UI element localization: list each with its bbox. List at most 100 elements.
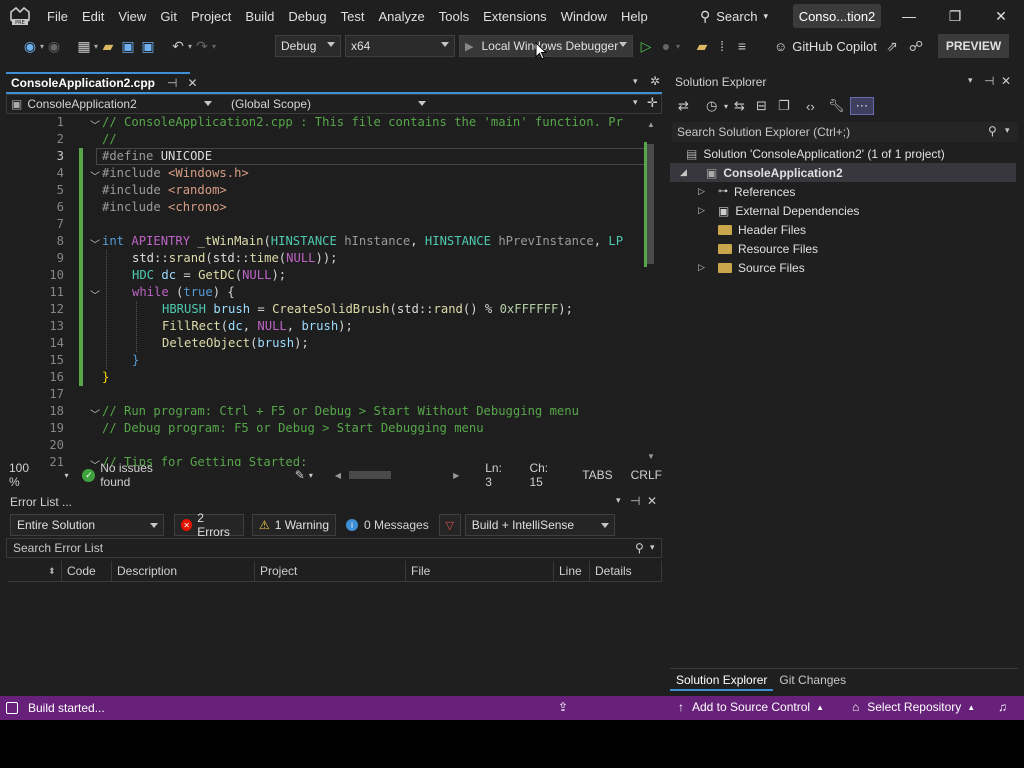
restore-button[interactable]: ❐ bbox=[932, 0, 978, 32]
search-button[interactable]: ⚲ Search ▾ bbox=[700, 4, 768, 28]
pin-icon[interactable]: ⊣ bbox=[167, 76, 177, 90]
add-to-source-control-button[interactable]: ↑ Add to Source Control ▲ bbox=[678, 700, 824, 714]
chevron-down-icon[interactable]: ▾ bbox=[968, 75, 973, 86]
column-file[interactable]: File bbox=[406, 561, 554, 581]
gear-icon[interactable]: ✲ bbox=[650, 74, 660, 88]
zoom-chevron-icon[interactable]: ▾ bbox=[64, 471, 68, 480]
column-code[interactable]: Code bbox=[62, 561, 112, 581]
platform-dropdown[interactable]: x64 bbox=[345, 35, 455, 57]
project-dropdown[interactable]: ▣ ConsoleApplication2 bbox=[7, 95, 217, 113]
output-icon[interactable] bbox=[6, 702, 18, 714]
fold-chevron-icon[interactable]: ﹀ bbox=[90, 406, 100, 421]
tree-item-resource-files[interactable]: Resource Files bbox=[698, 239, 818, 258]
menu-help[interactable]: Help bbox=[614, 0, 655, 32]
menu-build[interactable]: Build bbox=[238, 0, 281, 32]
back-icon[interactable]: ◉ bbox=[20, 36, 40, 56]
line-ending-indicator[interactable]: CRLF bbox=[631, 468, 662, 482]
scroll-left-icon[interactable]: ◀ bbox=[335, 471, 341, 480]
tab-consoleapplication2-cpp[interactable]: ConsoleApplication2.cpp ⊣ ✕ bbox=[6, 72, 198, 92]
start-without-debugging-icon[interactable]: ▷ bbox=[636, 36, 656, 56]
messages-filter-button[interactable]: i 0 Messages bbox=[346, 514, 429, 536]
tab-solution-explorer[interactable]: Solution Explorer bbox=[670, 669, 774, 691]
filter-icon[interactable]: ▽ bbox=[438, 514, 461, 536]
tabs-indicator[interactable]: TABS bbox=[582, 468, 612, 482]
chevron-down-icon[interactable]: ▾ bbox=[616, 495, 621, 506]
menu-tools[interactable]: Tools bbox=[432, 0, 476, 32]
scroll-right-icon[interactable]: ▶ bbox=[453, 471, 459, 480]
column-icon[interactable]: ⬍ bbox=[8, 561, 62, 581]
scope-filter-dropdown[interactable]: Entire Solution bbox=[10, 514, 164, 536]
open-folder-icon[interactable]: ▰ bbox=[98, 36, 118, 56]
column-details[interactable]: Details bbox=[590, 561, 662, 581]
column-line[interactable]: Line bbox=[554, 561, 590, 581]
configuration-dropdown[interactable]: Debug bbox=[275, 35, 341, 57]
undo-icon[interactable]: ↶ bbox=[168, 36, 188, 56]
show-all-files-icon[interactable]: ❐ bbox=[778, 98, 800, 114]
tree-item-source-files[interactable]: ▷ Source Files bbox=[698, 258, 805, 277]
column-indicator[interactable]: Ch: 15 bbox=[529, 461, 564, 489]
share-icon[interactable]: ⇗ bbox=[882, 36, 902, 56]
notifications-tray-icon[interactable]: ⇪ bbox=[558, 700, 568, 714]
collapsed-triangle-icon[interactable]: ▷ bbox=[698, 186, 708, 197]
split-icon[interactable]: ✛ bbox=[647, 95, 658, 111]
error-list-search-input[interactable]: Search Error List bbox=[13, 541, 103, 555]
warnings-filter-button[interactable]: ⚠ 1 Warning bbox=[252, 514, 336, 536]
errors-filter-button[interactable]: ✕ 2 Errors bbox=[174, 511, 244, 539]
breakpoint-layout-icon[interactable]: ⁞ bbox=[712, 36, 732, 56]
editor-vertical-scrollbar[interactable]: ▲ ▼ bbox=[644, 114, 658, 466]
project-node[interactable]: ◢ ▣ ConsoleApplication2 bbox=[670, 163, 1016, 182]
menu-edit[interactable]: Edit bbox=[75, 0, 111, 32]
select-repository-button[interactable]: ⌂ Select Repository ▲ bbox=[852, 700, 975, 714]
collapsed-triangle-icon[interactable]: ▷ bbox=[698, 262, 708, 273]
tab-git-changes[interactable]: Git Changes bbox=[773, 673, 852, 687]
close-window-button[interactable]: ✕ bbox=[978, 0, 1024, 32]
menu-test[interactable]: Test bbox=[334, 0, 372, 32]
column-project[interactable]: Project bbox=[255, 561, 406, 581]
folder-icon[interactable]: ▰ bbox=[692, 36, 712, 56]
menu-git[interactable]: Git bbox=[153, 0, 184, 32]
switch-views-icon[interactable]: ⇆ bbox=[734, 98, 756, 114]
menu-file[interactable]: File bbox=[40, 0, 75, 32]
fold-chevron-icon[interactable]: ﹀ bbox=[90, 236, 100, 251]
horizontal-scrollbar[interactable] bbox=[345, 471, 454, 479]
hot-reload-icon[interactable]: ● bbox=[656, 36, 676, 56]
redo-icon[interactable]: ↷ bbox=[192, 36, 212, 56]
preview-badge[interactable]: PREVIEW bbox=[938, 34, 1009, 58]
code-editor[interactable]: 1 2 3 4 5 6 7 8 9 10 11 12 13 14 15 16 17 18 19 20 21 // Con… bbox=[6, 114, 662, 466]
member-dropdown-chevron-icon[interactable]: ▾ bbox=[633, 97, 638, 108]
column-description[interactable]: Description bbox=[112, 561, 255, 581]
solution-search-input[interactable]: Search Solution Explorer (Ctrl+;) bbox=[677, 125, 850, 139]
bell-icon[interactable]: ♫ bbox=[998, 700, 1007, 714]
history-icon[interactable]: ◷ bbox=[706, 98, 724, 114]
tab-list-chevron-icon[interactable]: ▾ bbox=[633, 76, 638, 87]
brush-icon[interactable]: ✎ bbox=[295, 468, 305, 482]
fold-chevron-icon[interactable]: ﹀ bbox=[90, 168, 100, 183]
fold-chevron-icon[interactable]: ﹀ bbox=[90, 287, 100, 302]
sync-icon[interactable]: ⇄ bbox=[678, 98, 700, 114]
solution-node[interactable]: ▤ Solution 'ConsoleApplication2' (1 of 1… bbox=[686, 144, 945, 163]
pin-icon[interactable]: ⊣ bbox=[630, 494, 640, 508]
save-all-icon[interactable]: ▣ bbox=[138, 36, 158, 56]
line-indicator[interactable]: Ln: 3 bbox=[485, 461, 511, 489]
properties-icon[interactable]: 🔧︎ bbox=[828, 98, 850, 114]
fold-chevron-icon[interactable]: ﹀ bbox=[90, 457, 100, 466]
preview-selected-icon[interactable]: ⋯ bbox=[850, 97, 875, 115]
fold-chevron-icon[interactable]: ﹀ bbox=[90, 117, 100, 132]
build-filter-dropdown[interactable]: Build + IntelliSense bbox=[464, 514, 615, 536]
menu-debug[interactable]: Debug bbox=[281, 0, 333, 32]
zoom-level[interactable]: 100 % bbox=[9, 461, 42, 489]
expanded-triangle-icon[interactable]: ◢ bbox=[680, 167, 690, 178]
github-copilot-button[interactable]: ☺ GitHub Copilot bbox=[774, 36, 877, 56]
menu-view[interactable]: View bbox=[111, 0, 153, 32]
close-icon[interactable]: ✕ bbox=[1001, 74, 1011, 88]
close-icon[interactable]: ✕ bbox=[187, 76, 197, 90]
menu-analyze[interactable]: Analyze bbox=[371, 0, 431, 32]
tree-item-references[interactable]: ▷ ⊶ References bbox=[698, 182, 795, 201]
issues-status[interactable]: No issues found bbox=[100, 461, 185, 489]
scrollbar-thumb[interactable] bbox=[646, 144, 654, 264]
search-icon[interactable]: ⚲ bbox=[635, 541, 644, 555]
search-icon[interactable]: ⚲ bbox=[988, 124, 997, 138]
new-project-icon[interactable]: ▦ bbox=[74, 36, 94, 56]
solution-search[interactable]: Search Solution Explorer (Ctrl+;) ⚲ ▾ bbox=[672, 122, 1018, 142]
save-icon[interactable]: ▣ bbox=[118, 36, 138, 56]
